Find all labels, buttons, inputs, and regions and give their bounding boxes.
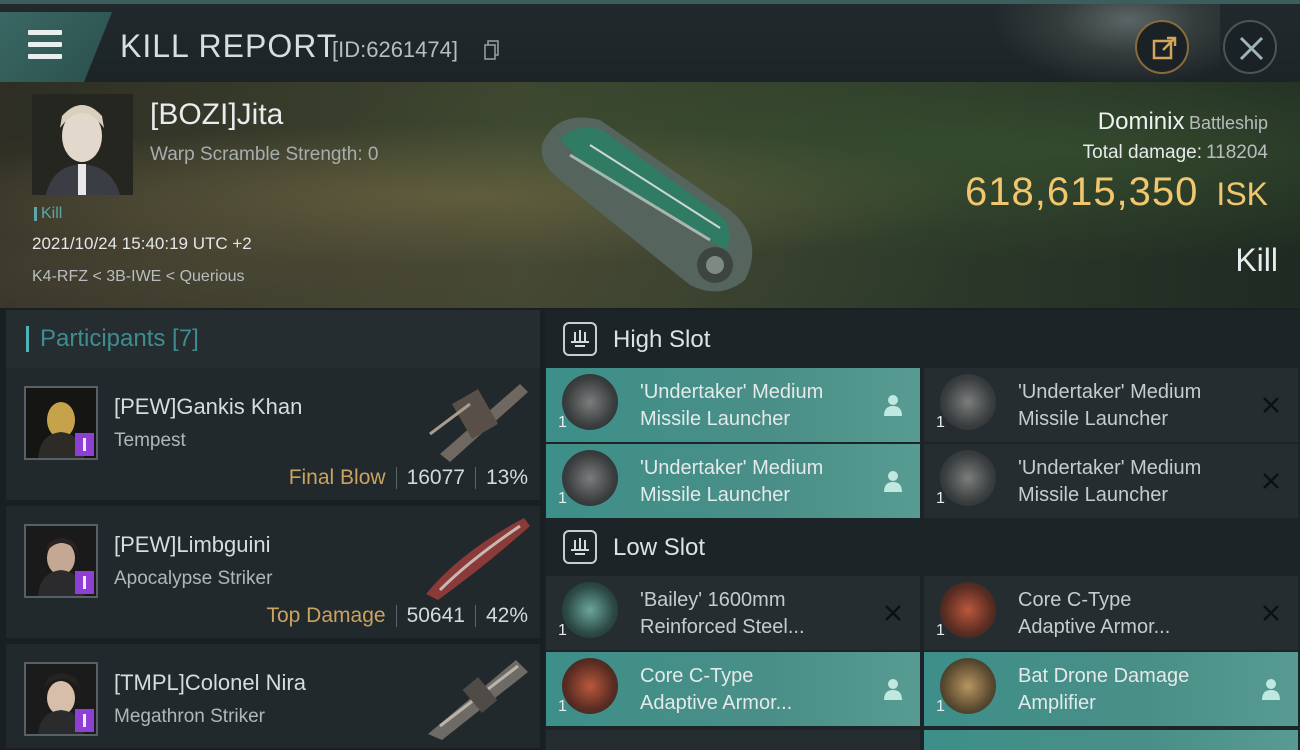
megathron-striker-ship-image — [428, 660, 528, 740]
menu-button[interactable] — [0, 12, 112, 82]
close-button[interactable] — [1223, 20, 1277, 74]
dominix-ship-image — [541, 117, 753, 292]
module-item[interactable]: 1 Bat Drone Damage Amplifier — [924, 652, 1298, 726]
module-name: 'Undertaker' Medium Missile Launcher — [1018, 457, 1202, 506]
module-name: 'Bailey' 1600mm Reinforced Steel... — [640, 589, 805, 638]
page-title: KILL REPORT — [120, 28, 338, 64]
drone-damage-amplifier-icon — [940, 658, 996, 714]
module-name: 'Undertaker' Medium Missile Launcher — [640, 381, 824, 430]
missile-launcher-icon — [940, 374, 996, 430]
participant-row[interactable]: [PEW]Gankis Khan Tempest Final Blow 16077… — [6, 368, 540, 502]
module-item[interactable]: 1 'Undertaker' Medium Missile Launcher — [924, 444, 1298, 518]
destroyed-x-icon — [1263, 473, 1279, 489]
pilot-badge-icon — [75, 571, 94, 594]
dropped-person-icon — [1262, 679, 1280, 700]
top-damage-label: Top Damage — [266, 604, 386, 627]
victim-name: [BOZI]Jita — [150, 98, 284, 131]
destroyed-x-icon — [1263, 605, 1279, 621]
kill-id: [ID:6261474] — [332, 37, 458, 62]
pilot-badge-icon — [75, 709, 94, 732]
participant-name: [TMPL]Colonel Nira — [114, 670, 306, 695]
module-item[interactable]: 1 Core C-Type Adaptive Armor... — [546, 652, 920, 726]
ship-name: Dominix Battleship — [1098, 108, 1268, 136]
participant-name: [PEW]Limbguini — [114, 532, 271, 557]
missile-launcher-icon — [940, 450, 996, 506]
ship-class: Battleship — [1188, 113, 1268, 133]
participant-stats: Final Blow 16077 13% — [289, 466, 528, 490]
close-icon — [1239, 36, 1264, 61]
kill-location: K4-RFZ < 3B-IWE < Querious — [32, 268, 245, 285]
participant-row[interactable]: [TMPL]Colonel Nira Megathron Striker — [6, 644, 540, 750]
missile-launcher-icon — [562, 374, 618, 430]
final-blow-label: Final Blow — [288, 466, 386, 489]
warp-scramble-strength: Warp Scramble Strength: 0 — [150, 144, 379, 165]
participant-row[interactable]: [PEW]Limbguini Apocalypse Striker Top Da… — [6, 506, 540, 640]
total-damage: Total damage: 118204 — [1082, 142, 1268, 163]
participant-percent: 42% — [485, 604, 528, 627]
low-slot-header: Low Slot — [545, 518, 1300, 576]
module-item[interactable]: 1 Core C-Type Adaptive Armor... — [924, 576, 1298, 650]
tempest-ship-image — [429, 384, 528, 462]
participant-stats: Top Damage 50641 42% — [266, 604, 528, 628]
module-name: Bat Drone Damage Amplifier — [1018, 665, 1190, 714]
module-item[interactable]: 1 'Undertaker' Medium Missile Launcher — [546, 444, 920, 518]
isk-value: 618,615,350 ISK — [964, 170, 1268, 214]
participants-header[interactable]: Participants [7] — [6, 310, 540, 368]
ship-type: Dominix — [1097, 108, 1185, 135]
apocalypse-striker-ship-image — [426, 518, 530, 600]
hamburger-menu-icon — [28, 30, 62, 35]
module-item-partial[interactable] — [546, 730, 920, 750]
share-external-icon — [1152, 36, 1177, 60]
total-damage-value: 118204 — [1206, 142, 1268, 163]
participant-ship: Tempest — [114, 430, 186, 451]
participants-panel: Participants [7] [PEW]Gankis Khan Tempes… — [6, 310, 540, 750]
pilot-badge-icon — [75, 433, 94, 456]
dropped-person-icon — [884, 395, 902, 416]
participant-ship: Megathron Striker — [114, 706, 266, 727]
kill-banner: [BOZI]Jita Warp Scramble Strength: 0 Kil… — [0, 82, 1300, 308]
avatar — [24, 524, 98, 598]
missile-launcher-icon — [562, 450, 618, 506]
low-slot-title: Low Slot — [613, 534, 706, 561]
module-name: 'Undertaker' Medium Missile Launcher — [640, 457, 824, 506]
participant-ship: Apocalypse Striker — [114, 568, 273, 589]
module-name: 'Undertaker' Medium Missile Launcher — [1018, 381, 1202, 430]
avatar — [32, 94, 133, 195]
high-slot-icon — [563, 322, 597, 356]
kill-report-header: KILL REPORT [ID:6261474] — [0, 0, 1300, 86]
armor-plate-icon — [562, 582, 618, 638]
participant-name: [PEW]Gankis Khan — [114, 394, 303, 419]
destroyed-x-icon — [885, 605, 901, 621]
module-name: Core C-Type Adaptive Armor... — [1018, 589, 1171, 638]
kill-datetime: 2021/10/24 15:40:19 UTC +2 — [32, 234, 252, 253]
participant-percent: 13% — [485, 466, 528, 489]
module-item[interactable]: 1 'Bailey' 1600mm Reinforced Steel... — [546, 576, 920, 650]
adaptive-armor-icon — [562, 658, 618, 714]
module-item[interactable]: 1 'Undertaker' Medium Missile Launcher — [924, 368, 1298, 442]
dropped-person-icon — [884, 679, 902, 700]
share-button[interactable] — [1135, 20, 1189, 74]
low-slot-icon — [563, 530, 597, 564]
avatar — [24, 662, 98, 736]
fitting-panel: High Slot 1 'Undertaker' Medium Missile L… — [545, 310, 1300, 750]
destroyed-x-icon — [1263, 397, 1279, 413]
victim-portrait[interactable] — [32, 94, 133, 195]
high-slot-title: High Slot — [613, 326, 711, 353]
avatar — [24, 386, 98, 460]
copy-icon[interactable] — [484, 40, 500, 60]
result-label: Kill — [1235, 242, 1278, 278]
participant-damage: 50641 — [406, 604, 465, 627]
module-item-partial[interactable] — [924, 730, 1298, 750]
participants-title: Participants [7] — [40, 325, 199, 352]
adaptive-armor-icon — [940, 582, 996, 638]
participant-damage: 16077 — [406, 466, 465, 489]
dropped-person-icon — [884, 471, 902, 492]
high-slot-header: High Slot — [545, 310, 1300, 368]
kill-tag: Kill — [34, 205, 62, 223]
module-name: Core C-Type Adaptive Armor... — [640, 665, 793, 714]
module-item[interactable]: 1 'Undertaker' Medium Missile Launcher — [546, 368, 920, 442]
